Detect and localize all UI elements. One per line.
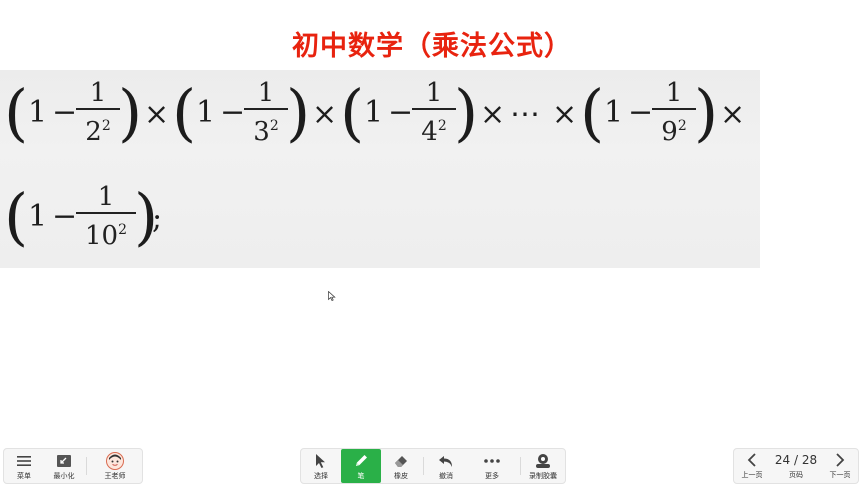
minus-sign: −	[52, 199, 78, 234]
minimize-icon	[55, 452, 73, 470]
more-button[interactable]: 更多	[466, 449, 518, 483]
page-navigator: 上一页 24 / 28 页码 下一页	[733, 448, 859, 484]
minus-sign: −	[628, 95, 654, 130]
fraction-bar	[244, 108, 288, 110]
minus-sign: −	[388, 95, 414, 130]
fraction-1: 1 22	[76, 80, 120, 145]
left-paren: (	[580, 76, 605, 149]
pen-icon	[352, 452, 370, 470]
page-count: 24 / 28	[774, 452, 818, 467]
times-sign: ×	[312, 97, 338, 132]
problem-image: ( 1 − 1 22 ) × ( 1 − 1 32 ) × ( 1 − 1 42…	[0, 70, 760, 268]
teacher-profile-button[interactable]: 王老师	[89, 449, 141, 483]
teacher-label: 王老师	[104, 472, 126, 480]
fraction-numerator: 1	[257, 78, 275, 108]
record-capsule-icon	[534, 452, 552, 470]
fraction-denominator: 92	[661, 117, 687, 147]
eraser-tool-button[interactable]: 橡皮	[381, 449, 421, 483]
menu-label: 菜单	[17, 472, 31, 480]
left-paren: (	[4, 76, 29, 149]
pen-label: 笔	[357, 472, 365, 480]
times-sign: ×	[480, 97, 506, 132]
more-label: 更多	[485, 472, 499, 480]
page-number-button[interactable]: 24 / 28 页码	[770, 449, 822, 483]
fraction-3: 1 42	[412, 80, 456, 145]
times-sign: ×	[720, 97, 746, 132]
right-paren: )	[694, 76, 719, 149]
fraction-numerator: 1	[89, 78, 107, 108]
left-paren: (	[172, 76, 197, 149]
term-one: 1	[364, 95, 384, 130]
left-paren: (	[4, 180, 29, 253]
fraction-2: 1 32	[244, 80, 288, 145]
undo-label: 撤消	[439, 472, 453, 480]
fraction-numerator: 1	[665, 78, 683, 108]
right-paren: )	[454, 76, 479, 149]
undo-icon	[437, 452, 455, 470]
chevron-right-icon	[836, 452, 845, 467]
toolbar-divider	[86, 457, 87, 475]
cursor-arrow-icon	[312, 452, 330, 470]
times-sign: ×	[144, 97, 170, 132]
left-paren: (	[340, 76, 365, 149]
ellipsis: ⋯	[510, 97, 540, 132]
term-one: 1	[28, 199, 48, 234]
center-toolbar: 选择 笔 橡皮 撤消 更多 录制胶囊	[300, 448, 566, 484]
fraction-bar	[76, 212, 136, 214]
fraction-denominator: 32	[253, 117, 279, 147]
fraction-5: 1 102	[76, 184, 136, 249]
times-sign: ×	[552, 97, 578, 132]
semicolon: ;	[152, 201, 163, 236]
minus-sign: −	[220, 95, 246, 130]
fraction-bar	[412, 108, 456, 110]
undo-button[interactable]: 撤消	[426, 449, 466, 483]
right-paren: )	[118, 76, 143, 149]
fraction-denominator: 22	[85, 117, 111, 147]
select-label: 选择	[314, 472, 328, 480]
mouse-cursor-icon	[328, 291, 336, 301]
toolbar-divider	[520, 457, 521, 475]
toolbar-divider	[423, 457, 424, 475]
right-paren: )	[286, 76, 311, 149]
record-capsule-button[interactable]: 录制胶囊	[523, 449, 563, 483]
fraction-denominator: 102	[84, 221, 127, 251]
record-label: 录制胶囊	[529, 472, 557, 480]
fraction-bar	[76, 108, 120, 110]
page-label: 页码	[789, 470, 803, 479]
eraser-label: 橡皮	[394, 472, 408, 480]
page-title: 初中数学（乘法公式）	[292, 31, 572, 62]
fraction-denominator: 42	[421, 117, 447, 147]
eraser-icon	[392, 452, 410, 470]
term-one: 1	[604, 95, 624, 130]
menu-icon	[15, 452, 33, 470]
next-page-label: 下一页	[829, 470, 851, 479]
fraction-numerator: 1	[425, 78, 443, 108]
minus-sign: −	[52, 95, 78, 130]
prev-page-label: 上一页	[741, 470, 763, 479]
minimize-button[interactable]: 最小化	[44, 449, 84, 483]
pen-tool-button[interactable]: 笔	[341, 449, 381, 483]
select-tool-button[interactable]: 选择	[301, 449, 341, 483]
more-dots-icon	[483, 452, 501, 470]
fraction-4: 1 92	[652, 80, 696, 145]
next-page-button[interactable]: 下一页	[822, 449, 858, 483]
term-one: 1	[196, 95, 216, 130]
chevron-left-icon	[747, 452, 756, 467]
term-one: 1	[28, 95, 48, 130]
fraction-numerator: 1	[97, 182, 115, 212]
menu-button[interactable]: 菜单	[4, 449, 44, 483]
left-toolbar: 菜单 最小化 王老师	[3, 448, 143, 484]
avatar	[106, 452, 124, 470]
minimize-label: 最小化	[53, 472, 75, 480]
prev-page-button[interactable]: 上一页	[734, 449, 770, 483]
fraction-bar	[652, 108, 696, 110]
